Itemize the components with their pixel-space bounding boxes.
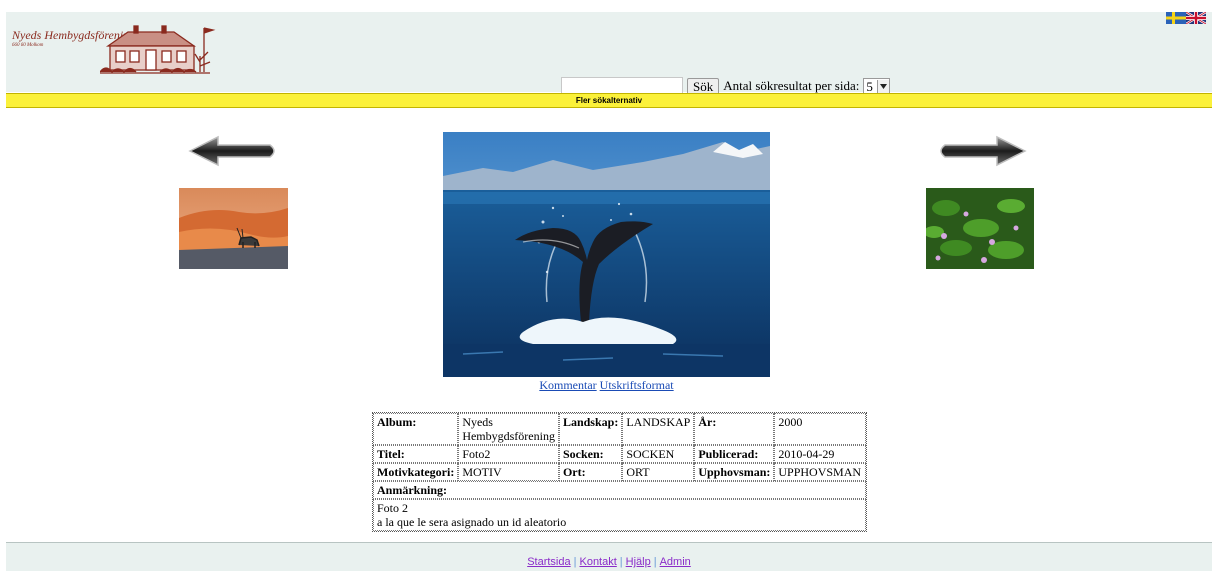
footer-admin-link[interactable]: Admin [660,556,691,568]
motif-label: Motivkategori: [373,463,459,481]
album-label: Album: [373,413,459,445]
results-per-page-value: 5 [866,78,873,94]
title-label: Titel: [373,445,459,463]
place-label: Ort: [558,463,623,481]
remark-line-2: a la que le sera asignado un id aleatori… [377,515,567,529]
footer-separator: | [573,556,577,568]
table-row: Anmärkning: [373,481,867,499]
footer-contact-link[interactable]: Kontakt [579,556,616,568]
photo-links: Kommentar Utskriftsformat [443,378,770,393]
logo-address: 660 60 Molkom [12,43,44,48]
footer-nav: Startsida | Kontakt | Hjälp | Admin [6,542,1212,571]
search-button[interactable]: Sök [687,77,720,95]
published-label: Publicerad: [694,445,775,463]
author-value: UPPHOVSMAN [774,463,867,481]
year-label: År: [694,413,775,445]
author-label: Upphovsman: [694,463,775,481]
next-arrow-icon[interactable] [935,134,1027,168]
motif-value: MOTIV [458,463,559,481]
landskap-label: Landskap: [558,413,623,445]
comment-link[interactable]: Kommentar [539,378,596,392]
table-row: Titel: Foto2 Socken: SOCKEN Publicerad: … [373,445,867,463]
print-format-link[interactable]: Utskriftsformat [600,378,674,392]
remark-value: Foto 2 a la que le sera asignado un id a… [373,499,867,531]
photo-metadata-table: Album: Nyeds Hembygdsförening Landskap: … [372,412,868,532]
next-photo-thumbnail[interactable] [926,188,1034,269]
landskap-value: LANDSKAP [622,413,695,445]
remark-label: Anmärkning: [373,481,867,499]
year-value: 2000 [774,413,867,445]
footer-help-link[interactable]: Hjälp [626,556,651,568]
results-per-page-label: Antal sökresultat per sida: [723,78,860,93]
site-logo[interactable]: Nyeds Hembygdsförening 660 60 Molkom [6,12,246,82]
previous-arrow-icon[interactable] [188,134,280,168]
previous-photo-thumbnail[interactable] [179,188,288,269]
table-row: Motivkategori: MOTIV Ort: ORT Upphovsman… [373,463,867,481]
title-value: Foto2 [458,445,559,463]
published-value: 2010-04-29 [774,445,867,463]
socken-label: Socken: [558,445,623,463]
more-search-options-link[interactable]: Fler sökalternativ [576,96,642,105]
english-flag-icon[interactable] [1186,12,1206,24]
footer-separator: | [653,556,657,568]
main-photo[interactable] [443,132,770,377]
place-value: ORT [622,463,695,481]
table-row: Album: Nyeds Hembygdsförening Landskap: … [373,413,867,445]
house-logo-icon [100,25,216,74]
more-search-options-bar[interactable]: Fler sökalternativ [6,93,1212,108]
album-value: Nyeds Hembygdsförening [458,413,559,445]
chevron-down-icon[interactable] [876,79,889,93]
header: Nyeds Hembygdsförening 660 60 Molkom Sök… [6,12,1212,95]
footer-separator: | [619,556,623,568]
swedish-flag-icon[interactable] [1166,12,1186,24]
remark-line-1: Foto 2 [377,501,409,515]
language-flags [1166,12,1206,30]
results-per-page-select[interactable]: 5 [863,77,890,95]
footer-start-link[interactable]: Startsida [527,556,570,568]
table-row: Foto 2 a la que le sera asignado un id a… [373,499,867,531]
socken-value: SOCKEN [622,445,695,463]
